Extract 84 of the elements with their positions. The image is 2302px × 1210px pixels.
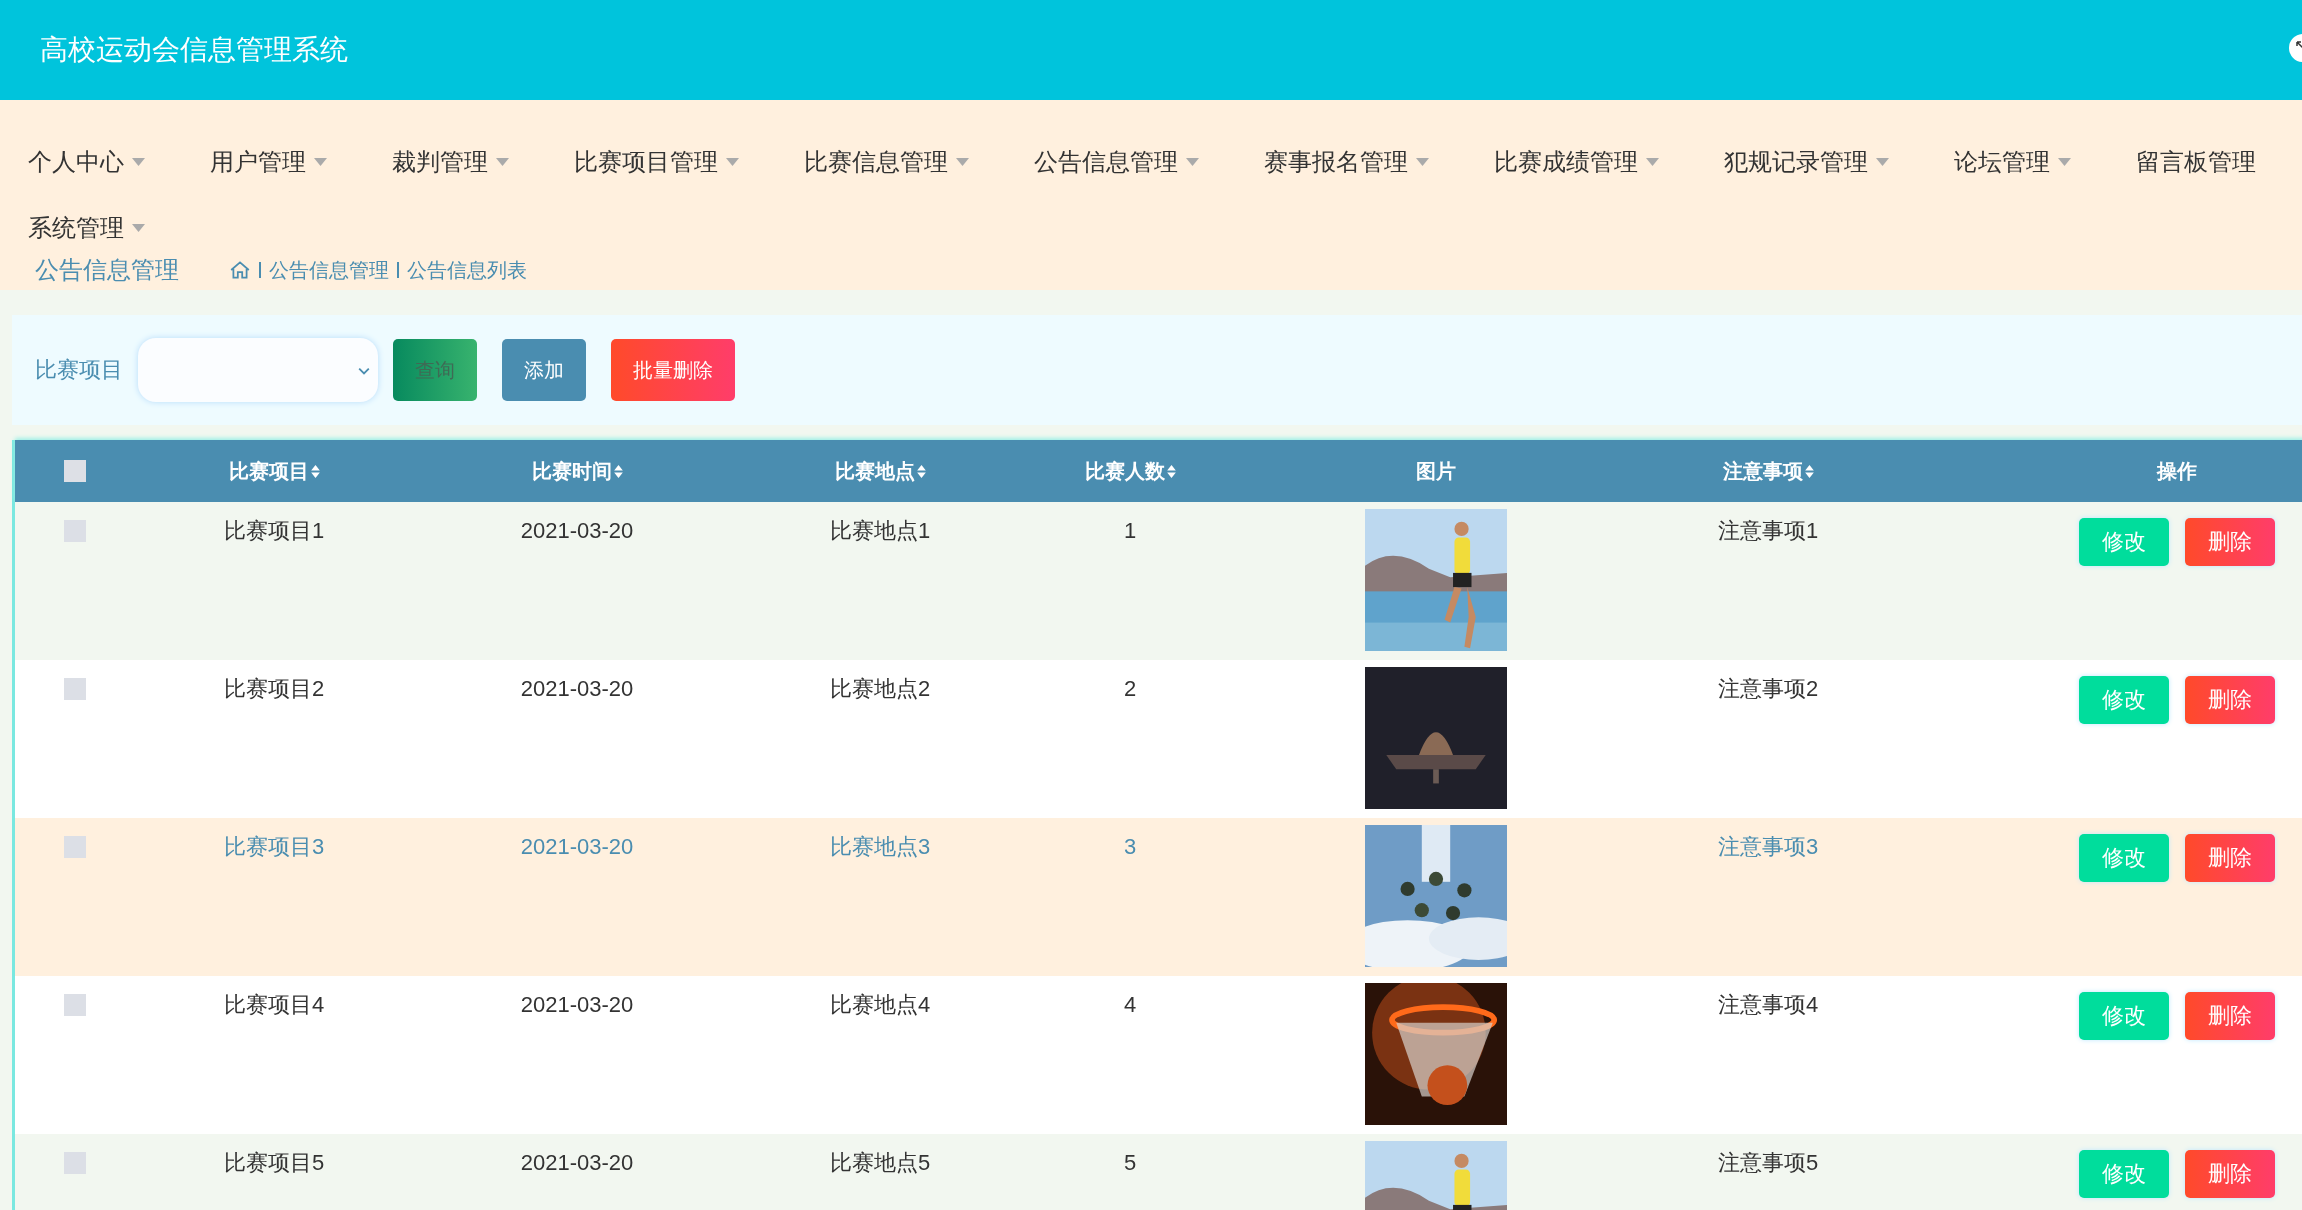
column-header[interactable]: 操作 — [2157, 457, 2197, 485]
home-icon[interactable] — [229, 259, 251, 281]
table-cell: 比赛地点4 — [829, 992, 931, 1018]
table-cell: 比赛地点5 — [829, 1150, 931, 1176]
nav-menu-item[interactable]: 比赛成绩管理 — [1494, 142, 1659, 182]
table-cell: 比赛地点3 — [829, 834, 931, 860]
toolbar-button[interactable]: 添加 — [502, 339, 586, 401]
caret-icon — [956, 158, 969, 166]
nav-menu-item[interactable]: 论坛管理 — [1954, 142, 2071, 182]
table-cell: 注意事项5 — [1717, 1150, 1819, 1176]
delete-button[interactable]: 删除 — [2185, 1150, 2275, 1198]
caret-icon — [496, 158, 509, 166]
table-row[interactable]: 比赛项目4 2021-03-20 比赛地点4 4 注意事项4 修改 删除 — [15, 976, 2302, 1134]
table-row[interactable]: 比赛项目2 2021-03-20 比赛地点2 2 注意事项2 修改 删除 — [15, 660, 2302, 818]
table-cell: 1 — [1123, 518, 1137, 544]
table-cell: 注意事项4 — [1717, 992, 1819, 1018]
table-cell: 4 — [1123, 992, 1137, 1018]
sort-icon — [613, 464, 623, 478]
breadcrumb-link[interactable]: 公告信息管理 — [269, 256, 389, 284]
column-header[interactable]: 比赛地点 — [834, 457, 926, 485]
table-cell: 2021-03-20 — [520, 518, 634, 544]
app-title: 高校运动会信息管理系统 — [40, 33, 348, 67]
sort-icon — [916, 464, 926, 478]
delete-button[interactable]: 删除 — [2185, 676, 2275, 724]
table-cell: 比赛项目2 — [223, 676, 325, 702]
caret-icon — [132, 224, 145, 232]
caret-icon — [1416, 158, 1429, 166]
row-checkbox[interactable] — [64, 678, 86, 700]
toolbar-button[interactable]: 批量删除 — [611, 339, 735, 401]
table-cell: 比赛项目1 — [223, 518, 325, 544]
sort-icon — [1166, 464, 1176, 478]
nav-menu-item[interactable]: 犯规记录管理 — [1724, 142, 1889, 182]
row-checkbox[interactable] — [64, 520, 86, 542]
nav-menu-item[interactable]: 系统管理 — [28, 208, 145, 248]
table-cell: 注意事项1 — [1717, 518, 1819, 544]
delete-button[interactable]: 删除 — [2185, 992, 2275, 1040]
caret-icon — [132, 158, 145, 166]
column-header[interactable]: 比赛人数 — [1084, 457, 1176, 485]
delete-button[interactable]: 删除 — [2185, 834, 2275, 882]
nav-menu-item[interactable]: 比赛信息管理 — [804, 142, 969, 182]
select-all-checkbox[interactable] — [64, 460, 86, 482]
table-cell: 比赛地点1 — [829, 518, 931, 544]
table-cell: 2021-03-20 — [520, 992, 634, 1018]
sort-icon — [1804, 464, 1814, 478]
column-header[interactable]: 比赛时间 — [531, 457, 623, 485]
table-cell: 2021-03-20 — [520, 1150, 634, 1176]
delete-button[interactable]: 删除 — [2185, 518, 2275, 566]
nav-menu-item[interactable]: 赛事报名管理 — [1264, 142, 1429, 182]
table-cell: 5 — [1123, 1150, 1137, 1176]
table-cell: 注意事项3 — [1717, 834, 1819, 860]
nav-menu-item[interactable]: 公告信息管理 — [1034, 142, 1199, 182]
caret-icon — [314, 158, 327, 166]
nav-menu-item[interactable]: 比赛项目管理 — [574, 142, 739, 182]
table-cell: 比赛项目3 — [223, 834, 325, 860]
caret-icon — [2058, 158, 2071, 166]
select-field[interactable] — [138, 338, 378, 402]
table-row[interactable]: 比赛项目3 2021-03-20 比赛地点3 3 注意事项3 修改 删除 — [15, 818, 2302, 976]
nav-menu-item[interactable]: 个人中心 — [28, 142, 145, 182]
row-checkbox[interactable] — [64, 1152, 86, 1174]
sort-icon — [310, 464, 320, 478]
breadcrumb-link[interactable]: 公告信息列表 — [407, 256, 527, 284]
caret-icon — [726, 158, 739, 166]
nav-menu-item[interactable]: 留言板管理 — [2136, 142, 2256, 182]
caret-icon — [1646, 158, 1659, 166]
column-header[interactable]: 图片 — [1416, 457, 1456, 485]
table-cell: 比赛项目4 — [223, 992, 325, 1018]
table-cell: 2 — [1123, 676, 1137, 702]
nav-menu-item[interactable]: 裁判管理 — [392, 142, 509, 182]
caret-icon — [1186, 158, 1199, 166]
table-cell: 2021-03-20 — [520, 834, 634, 860]
table-cell: 比赛项目5 — [223, 1150, 325, 1176]
column-header[interactable]: 比赛项目 — [228, 457, 320, 485]
filter-label: 比赛项目 — [35, 356, 123, 384]
column-header[interactable]: 注意事项 — [1722, 457, 1814, 485]
table-cell: 比赛地点2 — [829, 676, 931, 702]
page-title: 公告信息管理 — [35, 255, 179, 285]
row-checkbox[interactable] — [64, 836, 86, 858]
chevron-icon — [358, 367, 370, 375]
table-cell: 注意事项2 — [1717, 676, 1819, 702]
row-checkbox[interactable] — [64, 994, 86, 1016]
nav-menu-item[interactable]: 用户管理 — [210, 142, 327, 182]
table-cell: 2021-03-20 — [520, 676, 634, 702]
caret-icon — [1876, 158, 1889, 166]
table-cell: 3 — [1123, 834, 1137, 860]
